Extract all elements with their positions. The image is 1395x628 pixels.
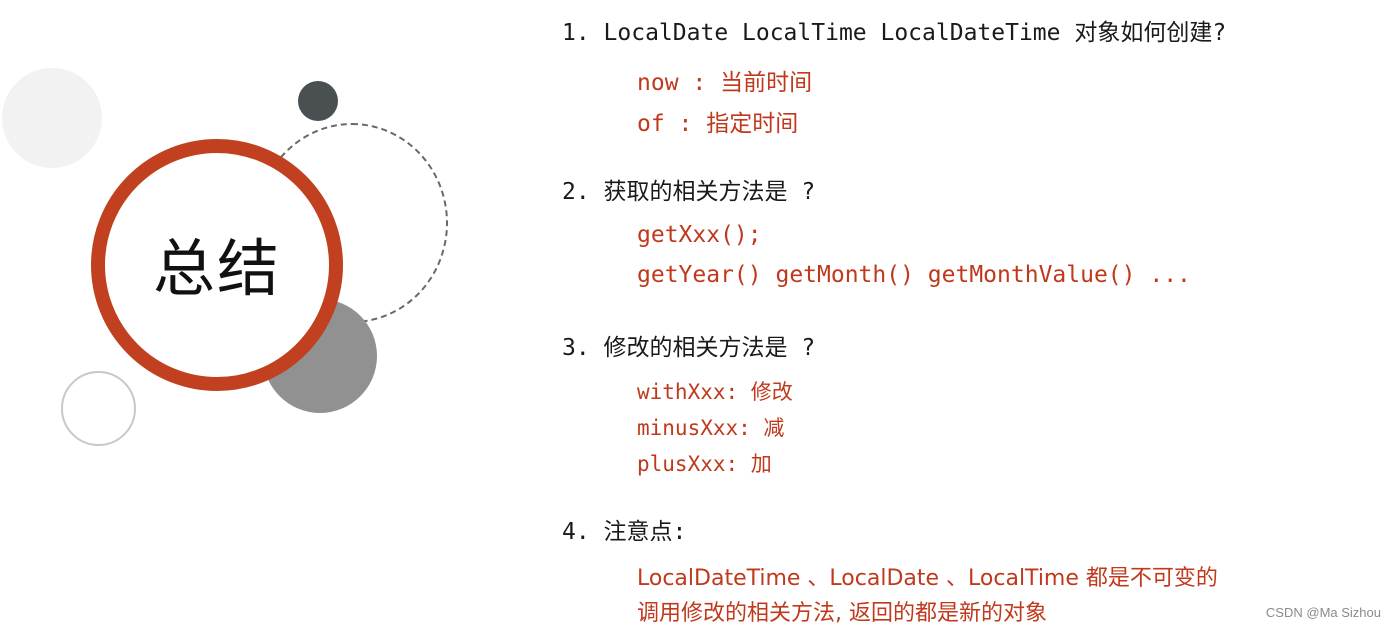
answer-2-1: getXxx(); (637, 222, 762, 248)
question-4: 4. 注意点: (562, 519, 687, 545)
answer-3-2: minusXxx: 减 (637, 416, 785, 440)
question-3: 3. 修改的相关方法是 ? (562, 335, 816, 361)
answer-2-2: getYear() getMonth() getMonthValue() ... (637, 262, 1191, 288)
watermark: CSDN @Ma Sizhou (1265, 605, 1381, 620)
outline-circle (61, 371, 136, 446)
answer-1-1: now : 当前时间 (637, 70, 813, 96)
light-gray-circle (2, 68, 102, 168)
answer-4-2: 调用修改的相关方法, 返回的都是新的对象 (637, 601, 1047, 626)
question-1: 1. LocalDate LocalTime LocalDateTime 对象如… (562, 20, 1227, 46)
dark-gray-circle (298, 81, 338, 121)
question-2: 2. 获取的相关方法是 ? (562, 179, 816, 205)
title-circle: 总结 (91, 139, 343, 391)
answer-3-1: withXxx: 修改 (637, 380, 793, 404)
answer-1-2: of : 指定时间 (637, 111, 799, 137)
answer-3-3: plusXxx: 加 (637, 452, 772, 476)
decorative-circles: 总结 (0, 0, 460, 628)
answer-4-1: LocalDateTime 、LocalDate 、LocalTime 都是不可… (637, 566, 1218, 591)
page-title: 总结 (152, 232, 281, 305)
